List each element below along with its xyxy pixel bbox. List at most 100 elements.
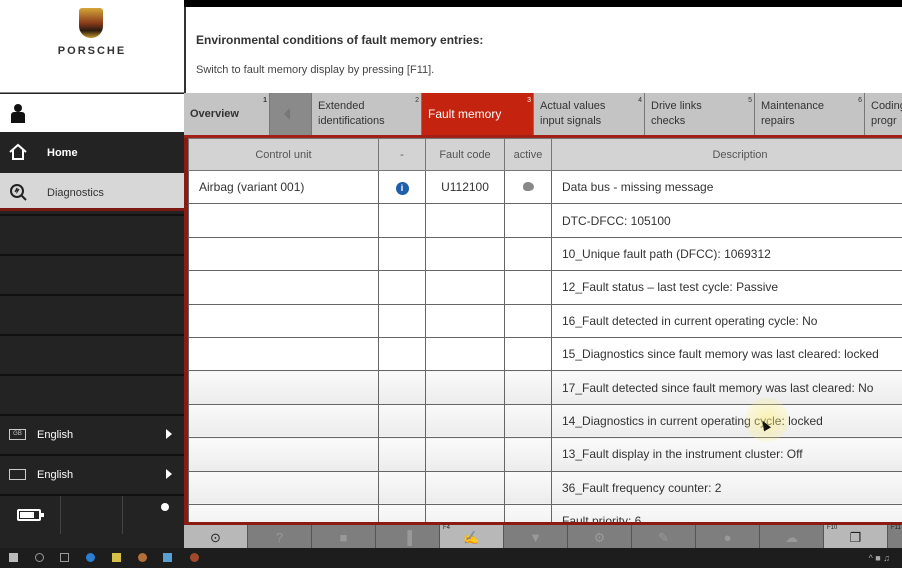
keyboard-language-selector[interactable]: English: [0, 454, 184, 492]
description-cell: 15_Diagnostics since fault memory was la…: [551, 336, 902, 372]
battery-status: [0, 496, 61, 534]
chevron-left-icon: [284, 108, 290, 120]
table-row[interactable]: 17_Fault detected since fault memory was…: [188, 370, 902, 405]
table-row[interactable]: 36_Fault frequency counter: 2: [188, 470, 902, 505]
vci-connection-status[interactable]: [123, 496, 287, 534]
tab-number: 3: [527, 97, 531, 104]
tab-label: Maintenance repairs: [761, 100, 824, 127]
sidebar-item-home[interactable]: Home: [0, 133, 184, 173]
active-status-icon: [522, 182, 534, 192]
table-row[interactable]: DTC-DFCC: 105100: [188, 203, 902, 238]
screen-icon: ■: [339, 530, 348, 545]
tab-overview[interactable]: Overview 1: [184, 93, 270, 135]
system-tray[interactable]: ^ ■ ♫: [869, 553, 890, 563]
table-row[interactable]: Fault priority: 6: [188, 503, 902, 522]
table-row[interactable]: 15_Diagnostics since fault memory was la…: [188, 336, 902, 372]
sidebar-item-label: Home: [47, 147, 78, 159]
info-cell: [378, 370, 426, 405]
search-icon[interactable]: [35, 553, 44, 562]
tab-drive-links[interactable]: Drive links checks 5: [645, 93, 755, 135]
keyboard-language-label: English: [37, 469, 74, 481]
tab-label: Extended identifications: [318, 100, 385, 127]
user-profile-button[interactable]: [0, 94, 184, 132]
column-header-info[interactable]: -: [378, 138, 426, 171]
function-key-record[interactable]: ●: [696, 525, 760, 548]
sidebar-item-label: Diagnostics: [47, 187, 104, 199]
sidebar-item-diagnostics[interactable]: Diagnostics: [0, 173, 184, 211]
function-key-screen[interactable]: ■: [312, 525, 376, 548]
display-language-selector[interactable]: GB English: [0, 414, 184, 452]
app-icon[interactable]: [163, 553, 172, 562]
function-key-tools[interactable]: ⚙: [568, 525, 632, 548]
table-row[interactable]: 16_Fault detected in current operating c…: [188, 303, 902, 338]
table-row[interactable]: Airbag (variant 001) i U112100 Data bus - m…: [188, 169, 902, 205]
control-unit-cell: [188, 370, 379, 405]
tab-number: 2: [415, 97, 419, 104]
control-unit-cell: [188, 470, 379, 505]
active-cell: [504, 503, 552, 522]
page-title: Environmental conditions of fault memory…: [196, 33, 484, 47]
porsche-app-icon[interactable]: [190, 553, 199, 562]
function-key-hand-edit[interactable]: F4 ✍: [440, 525, 504, 548]
fault-code-cell: [425, 503, 505, 522]
fault-code-cell: [425, 336, 505, 372]
logo-area: PORSCHE: [0, 0, 184, 93]
file-explorer-icon[interactable]: [112, 553, 121, 562]
record-icon: ●: [723, 530, 732, 545]
control-unit-cell: [188, 503, 379, 522]
chevron-right-icon: [166, 429, 172, 439]
diagnostics-icon: [10, 184, 27, 201]
control-unit-cell: [188, 336, 379, 372]
chart-icon: ▐: [402, 530, 413, 545]
browser-icon[interactable]: [86, 553, 95, 562]
control-unit-cell: [188, 403, 379, 439]
tab-label: Overview: [190, 108, 239, 120]
column-header-active[interactable]: active: [504, 138, 552, 171]
control-unit-cell: Airbag (variant 001): [188, 169, 379, 205]
tab-actual-values[interactable]: Actual values input signals 4: [534, 93, 645, 135]
brand-wordmark: PORSCHE: [57, 45, 127, 57]
tab-fault-memory[interactable]: Fault memory 3: [422, 93, 534, 135]
function-key-filter[interactable]: ▼: [504, 525, 568, 548]
function-key-help[interactable]: ?: [248, 525, 312, 548]
sidebar-empty-slot: [0, 214, 184, 252]
active-cell: [504, 303, 552, 338]
function-key-document[interactable]: F10 ❐: [824, 525, 888, 548]
info-cell: [378, 403, 426, 439]
function-key-pen[interactable]: ✎: [632, 525, 696, 548]
function-key-fault-memory[interactable]: F11: [888, 525, 902, 548]
tab-extended-identifications[interactable]: Extended identifications 2: [312, 93, 422, 135]
table-row[interactable]: 13_Fault display in the instrument clust…: [188, 437, 902, 472]
info-icon[interactable]: i: [395, 181, 409, 195]
function-key-exit[interactable]: ⊙: [184, 525, 248, 548]
hand-edit-icon: ✍: [463, 530, 480, 545]
function-key-chart[interactable]: ▐: [376, 525, 440, 548]
control-unit-cell: [188, 303, 379, 338]
column-header-fault-code[interactable]: Fault code: [425, 138, 505, 171]
description-cell: 14_Diagnostics in current operating cycl…: [551, 403, 902, 439]
info-cell: i: [378, 169, 426, 205]
fault-code-cell: [425, 270, 505, 305]
task-view-icon[interactable]: [60, 553, 69, 562]
exit-icon: ⊙: [210, 530, 221, 545]
function-key-cloud[interactable]: ☁: [760, 525, 824, 548]
start-icon[interactable]: [9, 553, 18, 562]
tab-maintenance[interactable]: Maintenance repairs 6: [755, 93, 865, 135]
tab-back-button[interactable]: [270, 93, 312, 135]
table-row[interactable]: 14_Diagnostics in current operating cycl…: [188, 403, 902, 439]
column-header-control-unit[interactable]: Control unit: [188, 138, 379, 171]
info-cell: [378, 270, 426, 305]
column-header-description[interactable]: Description: [551, 138, 902, 171]
fault-code-cell: [425, 403, 505, 439]
table-row[interactable]: 10_Unique fault path (DFCC): 1069312: [188, 236, 902, 272]
tab-coding[interactable]: Coding progr: [865, 93, 902, 135]
table-row[interactable]: 12_Fault status – last test cycle: Passi…: [188, 270, 902, 305]
info-status[interactable]: [61, 496, 169, 534]
pen-icon: ✎: [658, 530, 669, 545]
active-cell: [504, 270, 552, 305]
app-icon[interactable]: [138, 553, 147, 562]
info-cell: [378, 236, 426, 272]
description-cell: 13_Fault display in the instrument clust…: [551, 437, 902, 472]
info-cell: [378, 503, 426, 522]
page-subtitle: Switch to fault memory display by pressi…: [196, 64, 435, 76]
